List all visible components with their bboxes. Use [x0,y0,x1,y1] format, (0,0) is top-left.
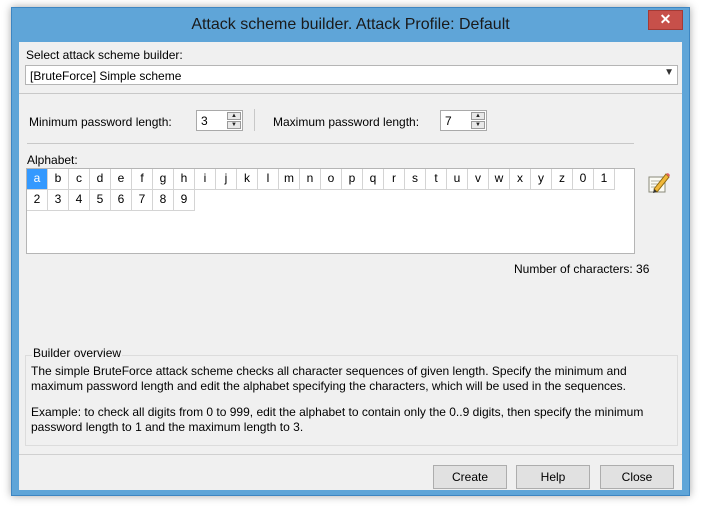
chevron-down-icon[interactable]: ▼ [664,67,674,78]
min-length-spinner[interactable]: 3 ▲ ▼ [196,110,243,131]
alphabet-cell[interactable]: v [468,169,489,190]
alphabet-cell[interactable]: o [321,169,342,190]
vertical-divider [254,109,255,131]
max-length-value[interactable]: 7 [445,114,452,128]
help-button[interactable]: Help [516,465,590,489]
alphabet-grid[interactable]: abcdefghijklmnopqrstuvwxyz01 23456789 [26,168,635,254]
max-increment-button[interactable]: ▲ [471,112,485,120]
max-length-spinner[interactable]: 7 ▲ ▼ [440,110,487,131]
alphabet-cell[interactable]: n [300,169,321,190]
max-decrement-button[interactable]: ▼ [471,121,485,129]
overview-paragraph: Example: to check all digits from 0 to 9… [31,405,644,434]
min-length-value[interactable]: 3 [201,114,208,128]
builder-select-value: [BruteForce] Simple scheme [30,69,182,83]
min-decrement-button[interactable]: ▼ [227,121,241,129]
alphabet-cell[interactable]: w [489,169,510,190]
min-length-label: Minimum password length: [29,115,172,129]
divider [27,143,634,144]
dialog-window: Attack scheme builder. Attack Profile: D… [11,7,690,496]
alphabet-cell[interactable]: 9 [174,190,195,211]
alphabet-cell[interactable]: 7 [132,190,153,211]
alphabet-cell[interactable]: 2 [27,190,48,211]
alphabet-cell[interactable]: k [237,169,258,190]
alphabet-cell[interactable]: d [90,169,111,190]
overview-paragraph: The simple BruteForce attack scheme chec… [31,364,627,393]
alphabet-cell[interactable]: z [552,169,573,190]
alphabet-cell[interactable]: 4 [69,190,90,211]
window-close-button[interactable]: ✕ [648,10,683,30]
alphabet-cell[interactable]: h [174,169,195,190]
alphabet-cell[interactable]: c [69,169,90,190]
alphabet-cell[interactable]: q [363,169,384,190]
max-length-label: Maximum password length: [273,115,420,129]
window-title: Attack scheme builder. Attack Profile: D… [191,16,510,33]
alphabet-cell[interactable]: a [27,169,48,190]
title-bar[interactable]: Attack scheme builder. Attack Profile: D… [12,8,689,42]
builder-select[interactable]: [BruteForce] Simple scheme ▼ [25,65,678,85]
alphabet-cell[interactable]: b [48,169,69,190]
alphabet-cell[interactable]: 6 [111,190,132,211]
alphabet-cell[interactable]: 5 [90,190,111,211]
alphabet-cell[interactable]: g [153,169,174,190]
alphabet-cell[interactable]: r [384,169,405,190]
alphabet-cell[interactable]: 8 [153,190,174,211]
alphabet-cell[interactable]: 3 [48,190,69,211]
min-increment-button[interactable]: ▲ [227,112,241,120]
alphabet-cell[interactable]: e [111,169,132,190]
dialog-client-area: Select attack scheme builder: [BruteForc… [19,42,682,490]
alphabet-cell[interactable]: m [279,169,300,190]
alphabet-cell[interactable]: y [531,169,552,190]
builder-label: Select attack scheme builder: [26,48,183,62]
divider [19,454,682,455]
alphabet-cell[interactable]: 0 [573,169,594,190]
alphabet-cell[interactable]: 1 [594,169,615,190]
close-button[interactable]: Close [600,465,674,489]
overview-title: Builder overview [32,346,123,360]
alphabet-cell[interactable]: p [342,169,363,190]
overview-text: The simple BruteForce attack scheme chec… [31,364,671,446]
alphabet-label: Alphabet: [27,153,78,167]
create-button[interactable]: Create [433,465,507,489]
alphabet-cell[interactable]: j [216,169,237,190]
divider [19,93,682,94]
alphabet-cell[interactable]: l [258,169,279,190]
alphabet-cell[interactable]: f [132,169,153,190]
alphabet-cell[interactable]: s [405,169,426,190]
alphabet-cell[interactable]: t [426,169,447,190]
alphabet-cell[interactable]: i [195,169,216,190]
pencil-edit-icon[interactable] [645,170,671,196]
alphabet-cell[interactable]: x [510,169,531,190]
character-count: Number of characters: 36 [514,262,650,276]
alphabet-cell[interactable]: u [447,169,468,190]
close-icon: ✕ [659,11,672,27]
